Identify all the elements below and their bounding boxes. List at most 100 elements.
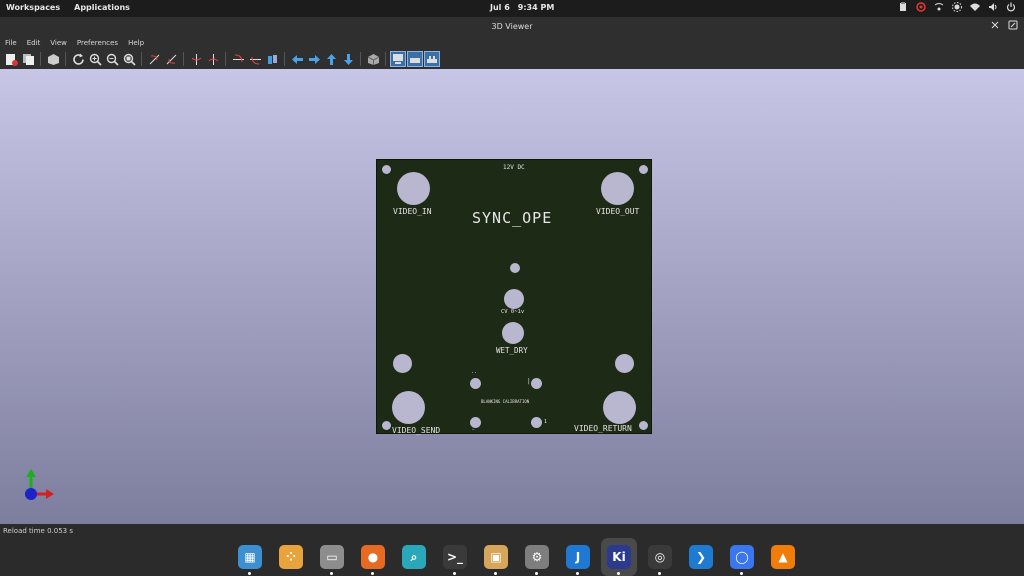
- dock-item-joplin[interactable]: J: [560, 538, 596, 576]
- menu-file[interactable]: File: [5, 39, 17, 47]
- search-app-icon: ⌕: [402, 545, 426, 569]
- menu-preferences[interactable]: Preferences: [77, 39, 118, 47]
- rotate-x-cw-icon[interactable]: [146, 51, 162, 67]
- kicad-icon: Ki: [607, 545, 631, 569]
- dock-item-firefox[interactable]: ●: [355, 538, 391, 576]
- left-mid-hole: [393, 354, 412, 373]
- system-top-bar: Workspaces Applications Jul 6 9:34 PM: [0, 0, 1024, 17]
- dock-item-signal[interactable]: ◯: [724, 538, 760, 576]
- right-mid-hole: [615, 354, 634, 373]
- volume-icon[interactable]: [988, 2, 998, 12]
- obs-icon: ◎: [648, 545, 672, 569]
- video-in-label: VIDEO_IN: [393, 207, 432, 216]
- wet-dry-label: WET_DRY: [496, 346, 528, 355]
- record-indicator-icon[interactable]: [916, 2, 926, 12]
- perspective-icon[interactable]: [365, 51, 381, 67]
- view-board-icon[interactable]: [407, 51, 423, 67]
- blanking-calibration-label: BLANKING CALIBRATION: [481, 399, 530, 404]
- dock-item-terminal[interactable]: >_: [437, 538, 473, 576]
- dock-item-search-app[interactable]: ⌕: [396, 538, 432, 576]
- toolbar: [0, 49, 1024, 69]
- move-right-icon[interactable]: [306, 51, 322, 67]
- window-titlebar[interactable]: 3D Viewer: [0, 17, 1024, 37]
- app-grid-icon: ⁘: [279, 545, 303, 569]
- dock-item-archive-manager[interactable]: ▣: [478, 538, 514, 576]
- running-indicator: [371, 572, 374, 575]
- cv-label: CV 0~1v: [501, 309, 525, 315]
- brightness-icon[interactable]: [952, 2, 962, 12]
- cv-pot-hole: [504, 289, 524, 309]
- zoom-fit-icon[interactable]: [121, 51, 137, 67]
- running-indicator: [330, 572, 333, 575]
- time-label: 9:34 PM: [517, 3, 555, 12]
- dock-item-vscode[interactable]: ❯: [683, 538, 719, 576]
- power-menu-icon[interactable]: [1006, 2, 1016, 12]
- menu-edit[interactable]: Edit: [27, 39, 41, 47]
- dock-item-kicad[interactable]: Ki: [601, 538, 637, 576]
- rotate-y-ccw-icon[interactable]: [205, 51, 221, 67]
- trim-mark-right-bottom: 1: [544, 419, 548, 425]
- 3d-viewport[interactable]: 12V DC VIDEO_IN VIDEO_OUT SYNC_OPE CV 0~…: [0, 69, 1024, 524]
- video-out-label: VIDEO_OUT: [596, 207, 640, 216]
- axis-gizmo: [20, 467, 60, 507]
- menu-view[interactable]: View: [50, 39, 67, 47]
- move-down-icon[interactable]: [340, 51, 356, 67]
- video-in-jack-hole: [397, 172, 430, 205]
- running-indicator: [494, 572, 497, 575]
- window-handle-icon[interactable]: [1008, 20, 1018, 32]
- running-indicator: [453, 572, 456, 575]
- led-hole: [510, 263, 520, 273]
- trimmer-hole: [531, 378, 542, 389]
- video-out-jack-hole: [601, 172, 634, 205]
- dock-item-workspaces-app[interactable]: ▦: [232, 538, 268, 576]
- joplin-icon: J: [566, 545, 590, 569]
- workspaces-app-icon: ▦: [238, 545, 262, 569]
- wifi-icon[interactable]: [970, 2, 980, 12]
- settings-icon: ⚙: [525, 545, 549, 569]
- running-indicator: [535, 572, 538, 575]
- network-tree-icon[interactable]: [934, 2, 944, 12]
- menu-help[interactable]: Help: [128, 39, 144, 47]
- clock[interactable]: Jul 6 9:34 PM: [490, 3, 554, 12]
- dock-item-files[interactable]: ▭: [314, 538, 350, 576]
- view-components-icon[interactable]: [424, 51, 440, 67]
- move-left-icon[interactable]: [289, 51, 305, 67]
- video-return-jack-hole: [603, 391, 636, 424]
- clipboard-icon[interactable]: [898, 2, 908, 12]
- wet-dry-pot-hole: [502, 322, 524, 344]
- trimmer-hole: [531, 417, 542, 428]
- window-title: 3D Viewer: [491, 22, 533, 31]
- trim-mark-left-top: ..: [471, 369, 478, 375]
- applications-button[interactable]: Applications: [74, 3, 130, 12]
- reload-icon[interactable]: [70, 51, 86, 67]
- flip-board-icon[interactable]: [264, 51, 280, 67]
- terminal-icon: >_: [443, 545, 467, 569]
- export-image-icon[interactable]: [3, 51, 19, 67]
- dock-item-vlc[interactable]: ▲: [765, 538, 801, 576]
- vscode-icon: ❯: [689, 545, 713, 569]
- zoom-in-icon[interactable]: [87, 51, 103, 67]
- board-title: SYNC_OPE: [472, 209, 553, 227]
- dock-item-obs[interactable]: ◎: [642, 538, 678, 576]
- running-indicator: [576, 572, 579, 575]
- copy-icon[interactable]: [20, 51, 36, 67]
- rotate-y-cw-icon[interactable]: [188, 51, 204, 67]
- menubar: File Edit View Preferences Help: [0, 37, 1024, 49]
- rotate-z-ccw-icon[interactable]: [247, 51, 263, 67]
- rotate-z-cw-icon[interactable]: [230, 51, 246, 67]
- mounting-hole: [382, 421, 391, 430]
- video-send-jack-hole: [392, 391, 425, 424]
- workspaces-button[interactable]: Workspaces: [6, 3, 60, 12]
- rotate-x-ccw-icon[interactable]: [163, 51, 179, 67]
- running-indicator: [248, 572, 251, 575]
- trim-mark-left-bottom: —: [472, 427, 475, 432]
- close-icon[interactable]: [991, 21, 999, 31]
- zoom-out-icon[interactable]: [104, 51, 120, 67]
- status-bar: Reload time 0.053 s: [0, 524, 1024, 538]
- trimmer-hole: [470, 378, 481, 389]
- view-3d-icon[interactable]: [390, 51, 406, 67]
- move-up-icon[interactable]: [323, 51, 339, 67]
- render-options-icon[interactable]: [45, 51, 61, 67]
- dock-item-app-grid[interactable]: ⁘: [273, 538, 309, 576]
- dock-item-settings[interactable]: ⚙: [519, 538, 555, 576]
